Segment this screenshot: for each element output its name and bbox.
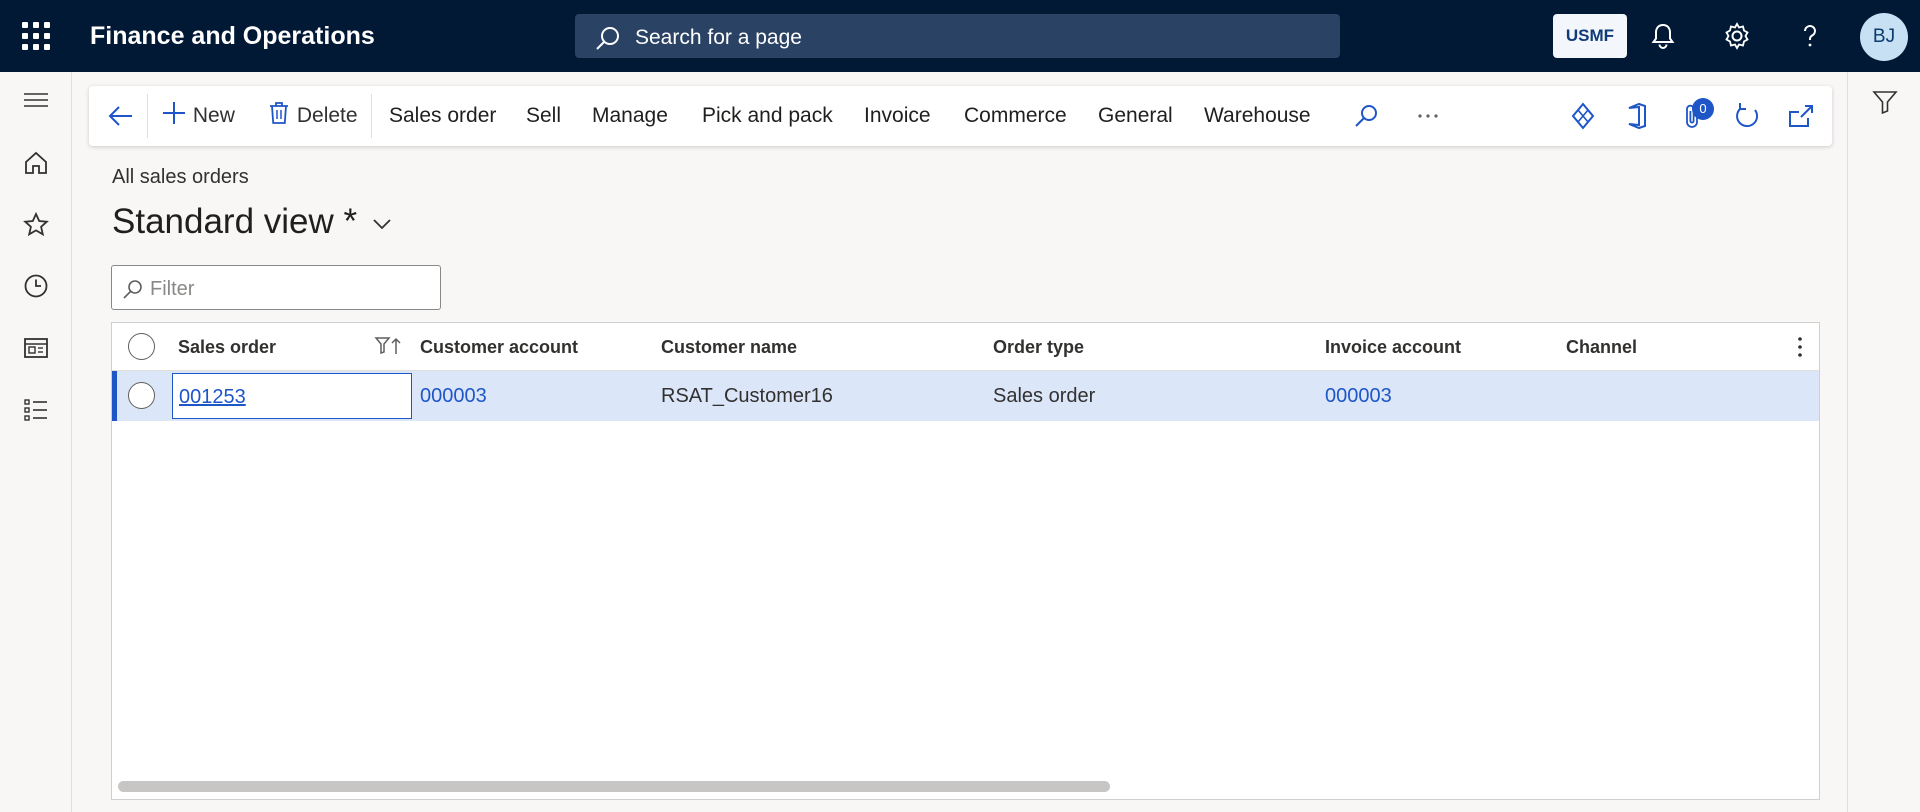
column-header-customer-name[interactable]: Customer name [661, 337, 797, 358]
gear-icon[interactable] [1721, 20, 1753, 52]
tab-invoice[interactable]: Invoice [864, 86, 931, 146]
search-input[interactable]: Search for a page [575, 14, 1340, 58]
view-selector[interactable]: Standard view * [112, 202, 393, 242]
delete-button-label: Delete [296, 104, 358, 127]
user-avatar[interactable]: BJ [1860, 13, 1908, 61]
filter-input[interactable]: Filter [111, 265, 441, 310]
order-type-cell[interactable]: Sales order [993, 385, 1095, 408]
home-icon[interactable] [22, 149, 50, 177]
sales-order-cell[interactable]: 001253 [172, 373, 412, 419]
office-icon[interactable] [1621, 100, 1653, 132]
select-all-checkbox[interactable] [128, 333, 155, 360]
new-button-label: New [192, 104, 235, 127]
invoice-account-link[interactable]: 000003 [1325, 385, 1392, 408]
tab-sales-order[interactable]: Sales order [389, 86, 496, 146]
tab-commerce[interactable]: Commerce [964, 86, 1067, 146]
tab-general[interactable]: General [1098, 86, 1173, 146]
filter-search-icon [123, 280, 142, 299]
app-title[interactable]: Finance and Operations [90, 22, 375, 51]
tab-sell[interactable]: Sell [526, 86, 561, 146]
help-icon[interactable] [1794, 20, 1826, 52]
back-arrow-icon[interactable] [105, 100, 137, 132]
column-header-order-type[interactable]: Order type [993, 337, 1084, 358]
company-picker-button[interactable]: USMF [1553, 14, 1627, 58]
new-button[interactable]: New [161, 86, 235, 146]
customer-name-cell[interactable]: RSAT_Customer16 [661, 385, 833, 408]
refresh-icon[interactable] [1731, 100, 1763, 132]
tab-warehouse[interactable]: Warehouse [1204, 86, 1311, 146]
power-apps-icon[interactable] [1567, 100, 1599, 132]
breadcrumb: All sales orders [112, 166, 249, 188]
workspaces-icon[interactable] [22, 334, 50, 362]
column-header-customer-account[interactable]: Customer account [420, 337, 578, 358]
modules-list-icon[interactable] [22, 396, 50, 424]
search-placeholder: Search for a page [635, 26, 802, 49]
search-actions-icon[interactable] [1350, 100, 1382, 132]
top-bar: Finance and Operations Search for a page… [0, 0, 1920, 72]
action-separator [371, 94, 372, 138]
column-header-sales-order[interactable]: Sales order [178, 337, 276, 358]
action-separator [147, 94, 148, 138]
chevron-down-icon [373, 219, 391, 230]
sales-order-link[interactable]: 001253 [179, 386, 246, 409]
app-launcher-icon[interactable] [22, 22, 50, 50]
left-navigation [0, 72, 72, 812]
column-header-invoice-account[interactable]: Invoice account [1325, 337, 1461, 358]
sales-orders-grid: Sales order Customer account Customer na… [111, 322, 1820, 800]
filter-funnel-icon[interactable] [1871, 88, 1899, 116]
search-icon [596, 27, 619, 50]
column-options-icon[interactable] [1792, 335, 1808, 359]
page-title: Standard view * [112, 202, 358, 241]
more-options-icon[interactable] [1412, 100, 1444, 132]
horizontal-scrollbar[interactable] [118, 781, 1110, 792]
star-icon[interactable] [22, 211, 50, 239]
right-pane [1847, 72, 1920, 812]
column-header-channel[interactable]: Channel [1566, 337, 1637, 358]
selected-row-indicator [112, 371, 117, 421]
row-select-checkbox[interactable] [128, 382, 155, 409]
tab-pick-and-pack[interactable]: Pick and pack [702, 86, 833, 146]
customer-account-link[interactable]: 000003 [420, 385, 487, 408]
action-pane: New Delete Sales order Sell Manage Pick … [89, 86, 1832, 146]
delete-button[interactable]: Delete [267, 86, 358, 146]
tab-manage[interactable]: Manage [592, 86, 668, 146]
grid-header: Sales order Customer account Customer na… [112, 323, 1819, 371]
clock-icon[interactable] [22, 272, 50, 300]
hamburger-menu-icon[interactable] [22, 86, 50, 114]
sort-filter-icon[interactable] [374, 335, 402, 357]
attachment-count-badge: 0 [1692, 98, 1714, 120]
open-in-new-window-icon[interactable] [1785, 100, 1817, 132]
bell-icon[interactable] [1647, 20, 1679, 52]
filter-placeholder: Filter [150, 278, 195, 300]
trash-icon [270, 102, 288, 124]
table-row[interactable]: 001253 000003 RSAT_Customer16 Sales orde… [112, 371, 1819, 421]
plus-icon [163, 102, 185, 124]
